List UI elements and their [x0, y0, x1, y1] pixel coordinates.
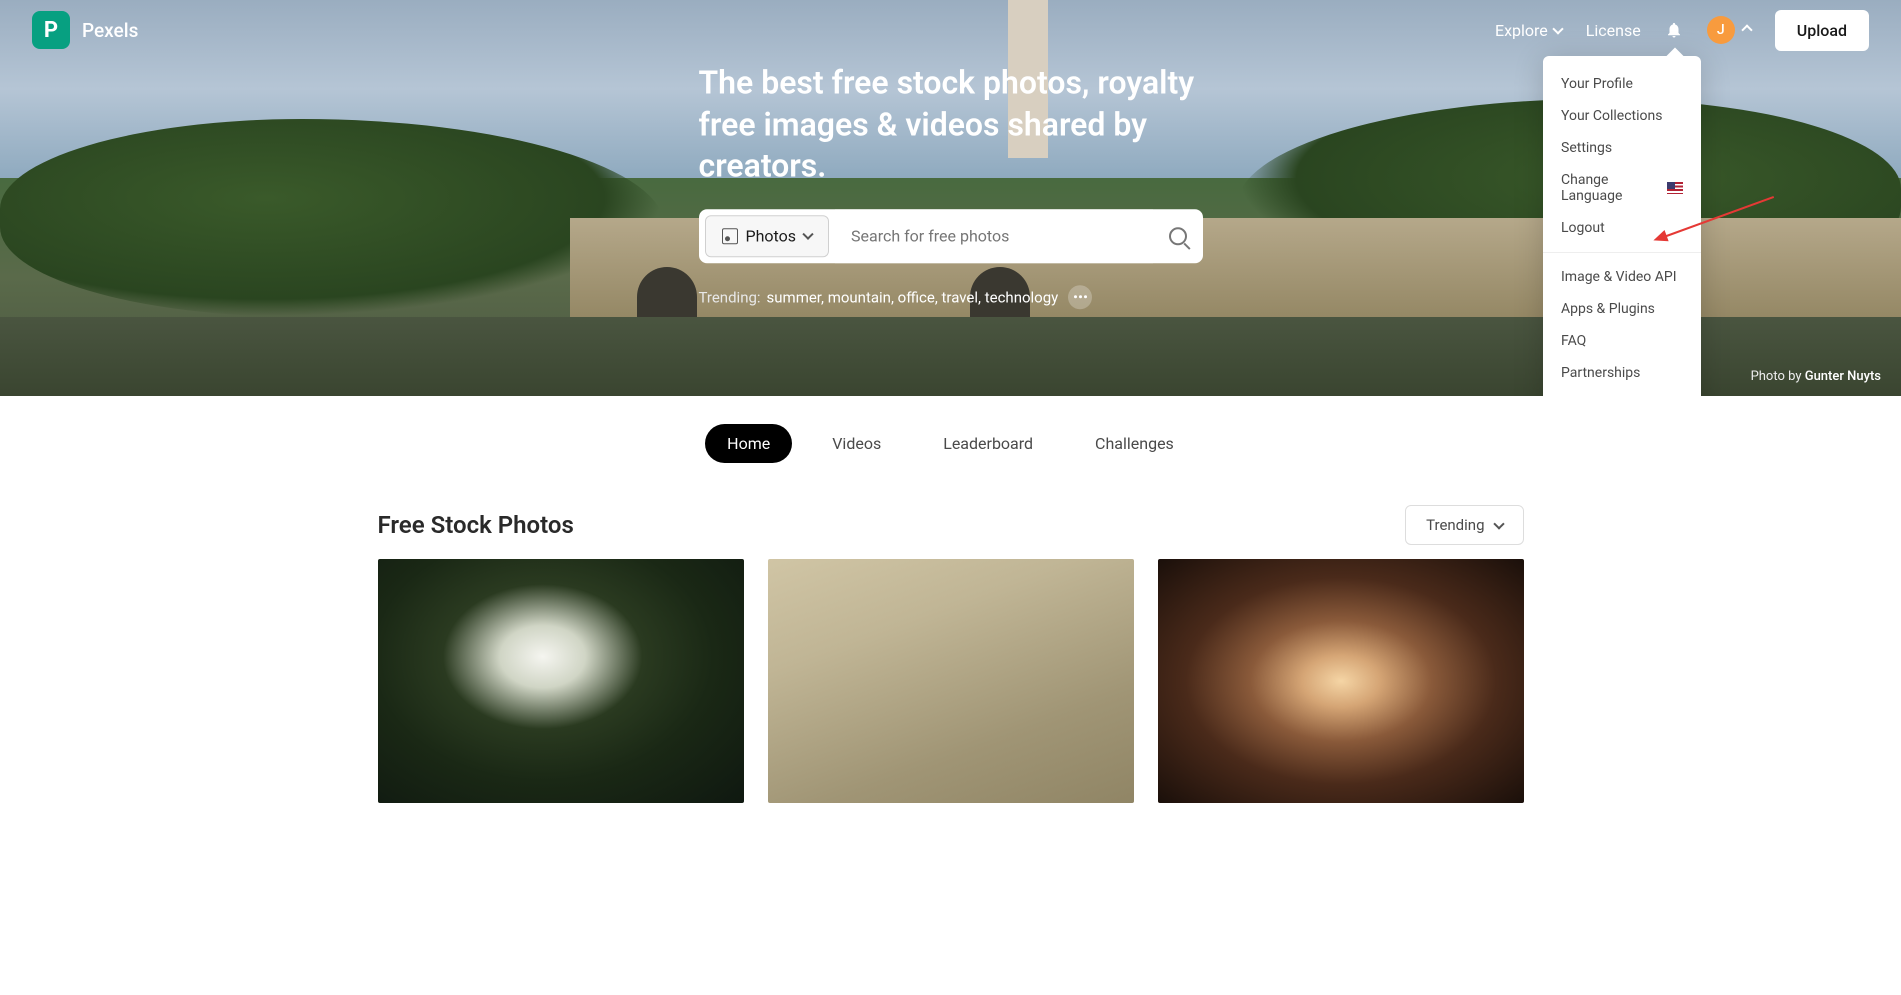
dropdown-item[interactable]: Partnerships	[1543, 357, 1701, 389]
trending-link[interactable]: mountain	[828, 288, 891, 306]
more-trending-button[interactable]	[1068, 285, 1092, 309]
search-category-dropdown[interactable]: Photos	[705, 215, 830, 257]
section-header: Free Stock Photos Trending	[378, 491, 1524, 559]
dropdown-item[interactable]: Change Language	[1543, 164, 1701, 212]
notifications-icon[interactable]	[1665, 21, 1683, 39]
dropdown-item[interactable]: Logout	[1543, 212, 1701, 244]
hero: P Pexels Explore License J Upload The be…	[0, 0, 1901, 396]
chevron-down-icon	[1552, 23, 1563, 34]
hero-title: The best free stock photos, royalty free…	[699, 62, 1203, 187]
photos-icon	[722, 228, 738, 244]
chevron-down-icon	[802, 229, 813, 240]
tab-home[interactable]: Home	[705, 424, 792, 463]
dropdown-item[interactable]: FAQ	[1543, 325, 1701, 357]
dropdown-item[interactable]: Your Profile	[1543, 68, 1701, 100]
gallery-photo[interactable]	[378, 559, 744, 803]
gallery-photo[interactable]	[768, 559, 1134, 803]
trending-row: Trending: summer, mountain, office, trav…	[699, 285, 1203, 309]
dropdown-item[interactable]: Apps & Plugins	[1543, 293, 1701, 325]
search-icon	[1169, 227, 1187, 245]
trending-link[interactable]: travel	[942, 288, 979, 306]
tab-leaderboard[interactable]: Leaderboard	[921, 424, 1055, 463]
dropdown-item[interactable]: Your Collections	[1543, 100, 1701, 132]
logo-text: Pexels	[82, 19, 138, 42]
sort-label: Trending	[1426, 516, 1484, 534]
search-button[interactable]	[1153, 209, 1203, 263]
dropdown-item[interactable]: Settings	[1543, 132, 1701, 164]
trending-label: Trending:	[699, 288, 761, 306]
category-tabs: Home Videos Leaderboard Challenges	[0, 396, 1901, 491]
dropdown-item[interactable]: Image & Video API	[1543, 261, 1701, 293]
nav-license[interactable]: License	[1586, 21, 1641, 40]
photo-credit: Photo by Gunter Nuyts	[1751, 369, 1881, 384]
nav-explore[interactable]: Explore	[1495, 21, 1562, 40]
user-menu-trigger[interactable]: J	[1707, 16, 1751, 44]
chevron-down-icon	[1493, 518, 1504, 529]
logo-icon: P	[32, 11, 70, 49]
photo-credit-link[interactable]: Gunter Nuyts	[1805, 369, 1881, 384]
section-title: Free Stock Photos	[378, 511, 574, 539]
search-bar: Photos	[699, 209, 1203, 263]
avatar: J	[1707, 16, 1735, 44]
nav-explore-label: Explore	[1495, 21, 1548, 40]
trending-link[interactable]: summer	[767, 288, 821, 306]
dropdown-item[interactable]: Imprint & Terms	[1543, 389, 1701, 396]
upload-button[interactable]: Upload	[1775, 10, 1869, 51]
flag-us-icon	[1667, 182, 1683, 194]
search-category-label: Photos	[746, 227, 797, 246]
logo[interactable]: P Pexels	[32, 11, 138, 49]
trending-link[interactable]: office	[898, 288, 935, 306]
sort-dropdown[interactable]: Trending	[1405, 505, 1523, 545]
tab-challenges[interactable]: Challenges	[1073, 424, 1196, 463]
top-nav: P Pexels Explore License J Upload	[0, 0, 1901, 60]
chevron-up-icon	[1741, 24, 1752, 35]
user-dropdown: Your ProfileYour CollectionsSettingsChan…	[1543, 56, 1701, 396]
hero-content: The best free stock photos, royalty free…	[699, 62, 1203, 309]
photo-gallery	[378, 559, 1524, 843]
trending-link[interactable]: technology	[985, 288, 1059, 306]
dropdown-divider	[1543, 252, 1701, 253]
gallery-photo[interactable]	[1158, 559, 1524, 803]
tab-videos[interactable]: Videos	[810, 424, 903, 463]
search-input[interactable]	[835, 209, 1153, 263]
